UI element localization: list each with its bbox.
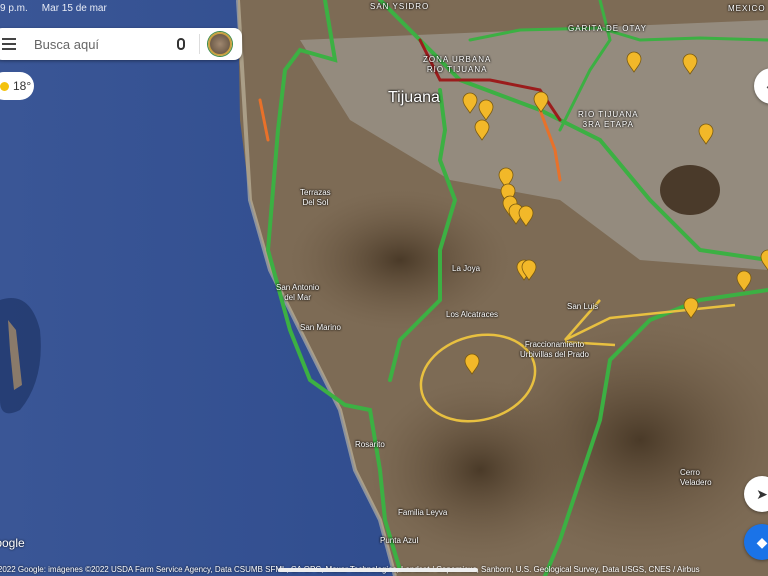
map-label: ZONA URBANA RIO TIJUANA <box>423 55 492 74</box>
map-label: Familia Leyva <box>398 508 448 517</box>
directions-icon: ◆ <box>756 533 768 550</box>
map-label: San Antonio del Mar <box>276 283 320 302</box>
map-label: Punta Azul <box>380 536 419 545</box>
weather-chip[interactable]: 18° <box>0 72 34 100</box>
map-label: MEXICO <box>728 4 766 13</box>
google-logo: Google <box>0 536 25 550</box>
home-indicator[interactable] <box>278 568 478 572</box>
map-label: San Luis <box>567 302 599 311</box>
status-bar: 9 p.m. Mar 15 de mar <box>0 3 107 14</box>
map-label: Fraccionamiento Urbivillas del Prado <box>520 340 589 359</box>
sun-icon <box>0 81 9 91</box>
map-label: San Marino <box>300 323 341 332</box>
satellite-map[interactable] <box>0 0 768 576</box>
avatar[interactable] <box>208 32 232 56</box>
map-label: SAN YSIDRO <box>370 2 430 11</box>
search-input[interactable]: Busca aquí <box>34 37 177 52</box>
map-label: GARITA DE OTAY <box>568 24 647 33</box>
map-label: Terrazas Del Sol <box>300 188 331 207</box>
status-time: 9 p.m. <box>0 3 28 14</box>
map-label-city: Tijuana <box>388 89 440 106</box>
search-bar[interactable]: Busca aquí <box>0 28 242 60</box>
map-label: RIO TIJUANA 3RA ETAPA <box>578 110 639 129</box>
map-label: Rosarito <box>355 440 385 449</box>
hamburger-icon[interactable] <box>2 38 16 50</box>
map-label: La Joya <box>452 264 481 273</box>
map-label: Cerro Veladero <box>680 468 712 487</box>
navigation-arrow-icon: ➤ <box>756 485 768 502</box>
status-date: Mar 15 de mar <box>41 3 107 14</box>
mic-icon[interactable] <box>177 38 185 50</box>
divider <box>199 34 200 54</box>
map-label: Los Alcatraces <box>446 310 499 319</box>
weather-temp: 18° <box>13 79 32 93</box>
